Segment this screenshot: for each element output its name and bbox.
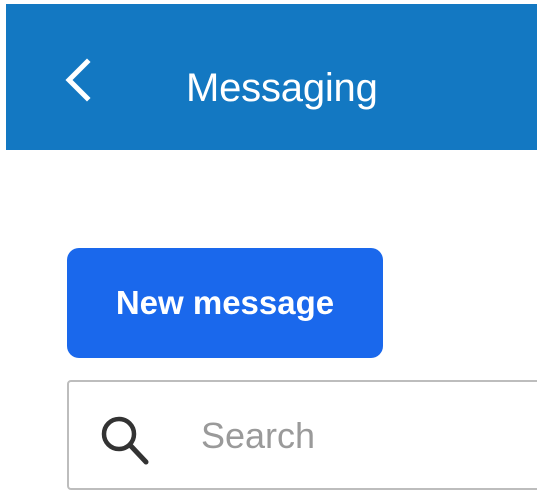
search-icon [101,416,149,465]
search-box[interactable] [67,380,537,490]
app-bar: Messaging [6,4,537,150]
back-button[interactable] [52,54,104,106]
search-input[interactable] [201,404,531,468]
messaging-screen: Messaging New message [0,0,537,493]
chevron-left-icon [65,58,91,102]
new-message-button[interactable]: New message [67,248,383,358]
page-title: Messaging [186,66,378,110]
